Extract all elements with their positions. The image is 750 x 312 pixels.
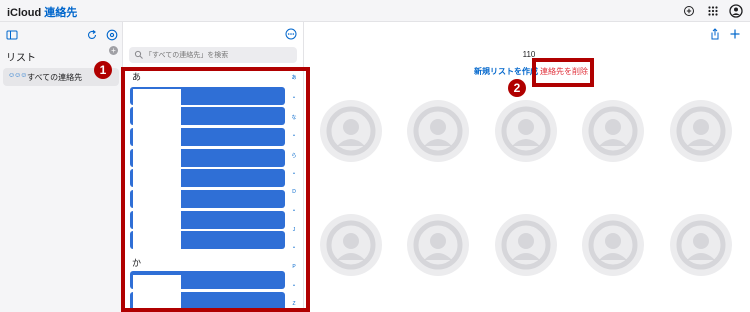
search-input[interactable] [145, 49, 293, 61]
refresh-icon[interactable] [86, 29, 98, 41]
share-icon[interactable] [709, 28, 721, 40]
app-brand[interactable]: iCloud 連絡先 [6, 4, 77, 20]
person-placeholder-icon [413, 106, 463, 156]
annotation-badge-1: 1 [94, 61, 112, 79]
settings-icon[interactable] [106, 29, 118, 41]
contact-avatar[interactable] [320, 100, 382, 162]
sidebar-item-label: すべての連絡先 [27, 73, 83, 82]
contact-avatar[interactable] [407, 100, 469, 162]
add-circle-icon[interactable] [682, 4, 696, 18]
new-list-button[interactable]: 新規リストを作成 [474, 66, 538, 77]
person-placeholder-icon [676, 220, 726, 270]
plus-icon[interactable] [729, 28, 741, 40]
person-placeholder-icon [588, 220, 638, 270]
account-icon[interactable] [729, 4, 743, 18]
top-bar: iCloud 連絡先 [0, 0, 750, 22]
person-placeholder-icon [676, 106, 726, 156]
main-pane: 110 新規リストを作成 連絡先を削除 [304, 22, 750, 312]
app-grid-icon[interactable] [706, 4, 720, 18]
person-placeholder-icon [326, 220, 376, 270]
contact-avatar[interactable] [320, 214, 382, 276]
contact-avatar[interactable] [582, 214, 644, 276]
sidebar-toggle-icon[interactable] [6, 29, 18, 41]
contact-avatar[interactable] [582, 100, 644, 162]
ellipsis-icon[interactable] [285, 28, 297, 40]
person-placeholder-icon [588, 106, 638, 156]
person-placeholder-icon [501, 106, 551, 156]
annotation-box-delete [532, 58, 594, 87]
person-placeholder-icon [413, 220, 463, 270]
search-icon [134, 50, 143, 59]
contact-avatar[interactable] [670, 100, 732, 162]
app-name: 連絡先 [44, 7, 78, 19]
contact-avatar[interactable] [495, 100, 557, 162]
contact-count: 110 [522, 50, 536, 59]
people-icon: ☺☺☺ [8, 72, 27, 79]
person-placeholder-icon [326, 106, 376, 156]
contact-avatar[interactable] [670, 214, 732, 276]
list-heading: リスト [6, 53, 36, 64]
contact-avatar[interactable] [495, 214, 557, 276]
annotation-box-contact-list [121, 67, 310, 312]
contact-avatar[interactable] [407, 214, 469, 276]
brand-name: iCloud [7, 7, 42, 19]
search-field[interactable] [129, 47, 297, 63]
annotation-badge-2: 2 [508, 79, 526, 97]
person-placeholder-icon [501, 220, 551, 270]
plus-icon[interactable]: + [109, 46, 118, 55]
